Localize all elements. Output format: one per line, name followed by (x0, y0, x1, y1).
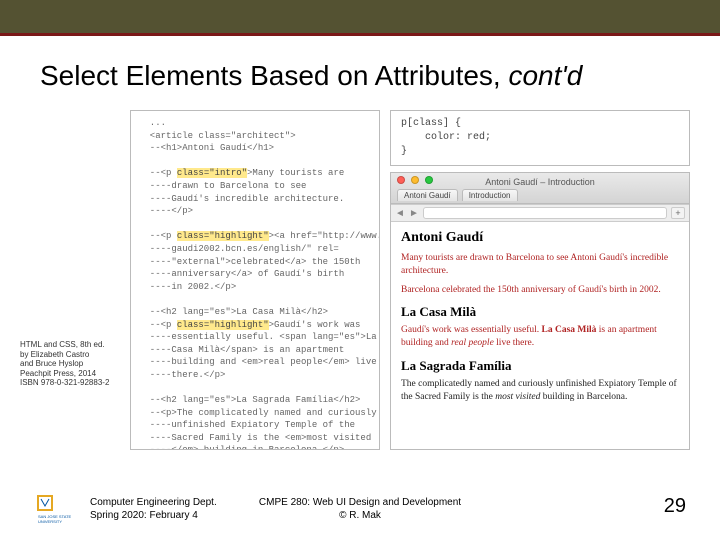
slide-footer: SAN JOSE STATE UNIVERSITY Computer Engin… (0, 484, 720, 524)
footer-author: © R. Mak (0, 510, 720, 523)
footer-course: CMPE 280: Web UI Design and Development (0, 497, 720, 510)
credit-line: HTML and CSS, 8th ed. (20, 340, 125, 350)
content-area: ... <article class="architect"> --<h1>An… (130, 110, 690, 450)
css-code-box: p[class] { color: red; } (390, 110, 690, 166)
title-contd: cont'd (508, 60, 582, 91)
page-number: 29 (664, 495, 686, 518)
page-p4: The complicatedly named and curiously un… (401, 378, 679, 404)
credit-line: by Elizabeth Castro (20, 350, 125, 360)
browser-tab-2[interactable]: Introduction (462, 189, 518, 201)
browser-preview: Antoni Gaudí – Introduction Antoni Gaudí… (390, 172, 690, 450)
book-credits: HTML and CSS, 8th ed. by Elizabeth Castr… (20, 340, 125, 388)
new-tab-button[interactable]: + (671, 207, 685, 219)
slide-title: Select Elements Based on Attributes, con… (40, 60, 582, 92)
slide-top-bar (0, 0, 720, 36)
browser-window-title: Antoni Gaudí – Introduction (397, 177, 683, 187)
close-icon (397, 176, 405, 184)
back-icon[interactable]: ◄ (395, 208, 405, 218)
page-h2a: La Casa Milà (401, 304, 679, 320)
traffic-lights (397, 176, 436, 187)
credit-line: Peachpit Press, 2014 (20, 369, 125, 379)
credit-line: and Bruce Hyslop (20, 359, 125, 369)
page-p2: Barcelona celebrated the 150th anniversa… (401, 284, 679, 297)
footer-center: CMPE 280: Web UI Design and Development … (0, 497, 720, 522)
zoom-icon (425, 176, 433, 184)
minimize-icon (411, 176, 419, 184)
forward-icon[interactable]: ► (409, 208, 419, 218)
page-p1: Many tourists are drawn to Barcelona to … (401, 252, 679, 278)
rendered-page: Antoni Gaudí Many tourists are drawn to … (391, 222, 689, 418)
title-main: Select Elements Based on Attributes, (40, 60, 508, 91)
browser-chrome: Antoni Gaudí – Introduction Antoni Gaudí… (391, 173, 689, 204)
browser-toolbar: ◄ ► + (391, 204, 689, 222)
credit-line: ISBN 978-0-321-92883-2 (20, 378, 125, 388)
right-column: p[class] { color: red; } Antoni Gaudí – … (390, 110, 690, 450)
html-code-box: ... <article class="architect"> --<h1>An… (130, 110, 380, 450)
browser-tabs: Antoni Gaudí Introduction (397, 189, 683, 201)
page-h1: Antoni Gaudí (401, 230, 679, 246)
left-column: ... <article class="architect"> --<h1>An… (130, 110, 380, 450)
page-h2b: La Sagrada Família (401, 358, 679, 374)
page-p3: Gaudí's work was essentially useful. La … (401, 324, 679, 350)
browser-tab-1[interactable]: Antoni Gaudí (397, 189, 458, 201)
url-field[interactable] (423, 207, 667, 219)
